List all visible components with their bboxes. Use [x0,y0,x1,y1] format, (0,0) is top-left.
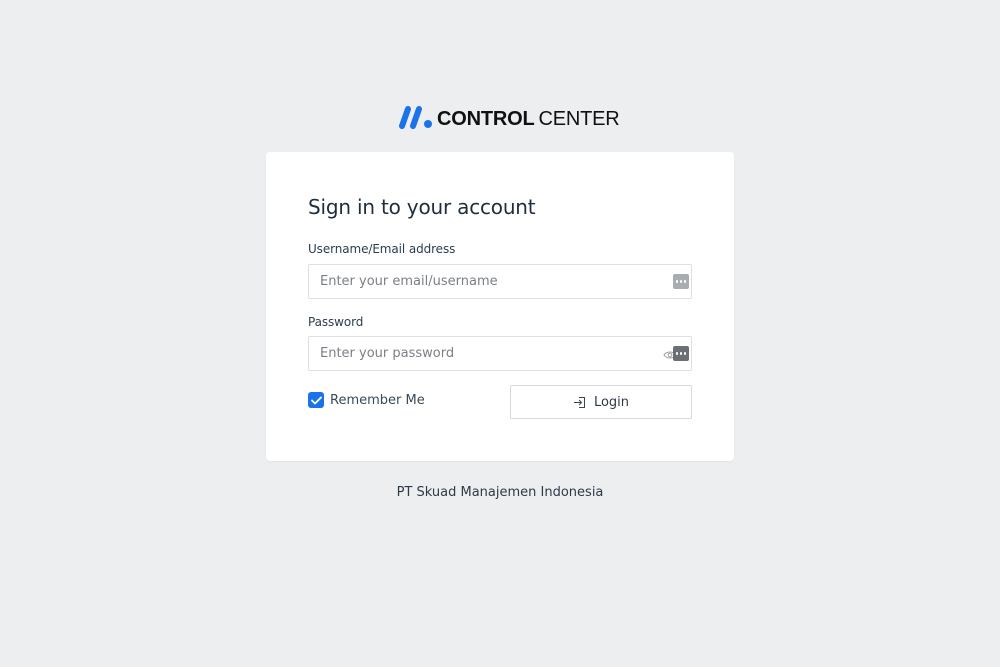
brand-name-light: CENTER [538,107,620,130]
password-field-wrapper [308,336,692,371]
username-label: Username/Email address [308,242,456,256]
footer-company: PT Skuad Manajemen Indonesia [396,485,604,500]
remember-me-checkbox[interactable]: Remember Me [308,392,425,408]
login-button-label: Login [593,394,630,410]
login-button[interactable]: Login [510,385,692,419]
username-input[interactable] [309,265,691,298]
login-card: Sign in to your account Username/Email a… [266,152,734,461]
brand-logo: CONTROL CENTER [394,103,620,131]
checkbox-checked-icon[interactable] [308,392,324,408]
login-page: CONTROL CENTER Sign in to your account Us… [0,0,1000,667]
password-input[interactable] [309,337,691,370]
username-field-wrapper [308,264,692,299]
password-label: Password [308,315,364,329]
brand-name: CONTROL CENTER [437,109,620,129]
brand-name-bold: CONTROL [437,107,535,130]
password-manager-icon[interactable] [673,274,689,289]
page-title: Sign in to your account [308,195,536,219]
remember-me-label[interactable]: Remember Me [330,393,425,408]
logo-mark-icon [399,106,432,129]
login-icon [573,396,585,408]
password-manager-icon[interactable] [673,346,689,361]
